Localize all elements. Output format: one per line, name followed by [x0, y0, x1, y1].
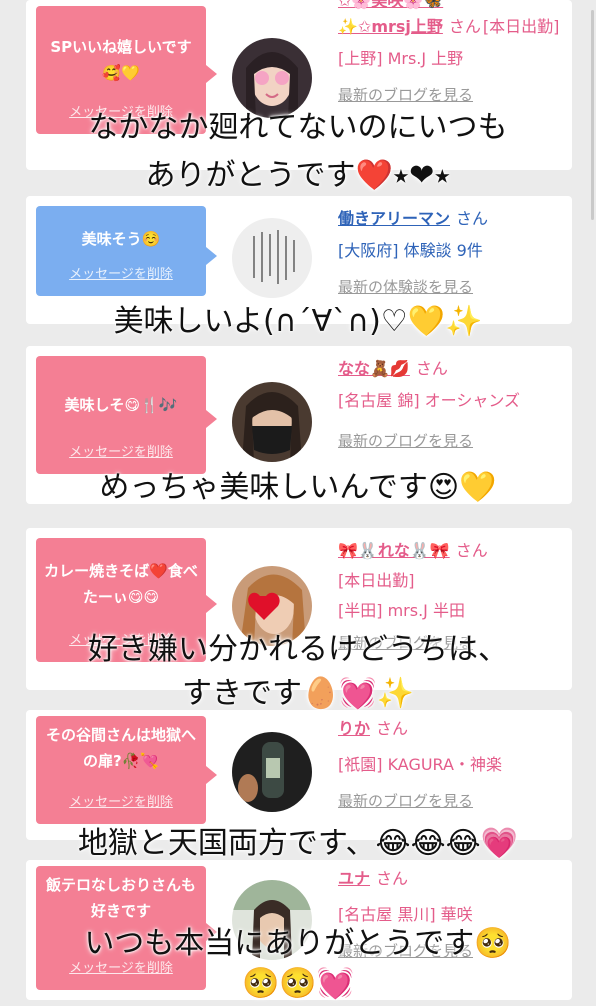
- honorific: さん: [456, 209, 489, 228]
- delete-message-link[interactable]: メッセージを削除: [36, 262, 206, 288]
- user-info: ✩🌸美咲🌸🦋 ✨✩mrsj上野 さん [本日出勤] [上野] Mrs.J 上野 最新…: [338, 0, 564, 108]
- caption-line: 好き嫌い分かれるけどうちは、: [88, 632, 508, 667]
- caption-line: 美味しいよ(∩´∀`∩)♡💛✨: [113, 304, 483, 339]
- message-bubble: その谷間さんは地獄への扉?🥀💘 メッセージを削除: [36, 716, 217, 824]
- user-name[interactable]: 🎀🐰れな🐰🎀: [338, 541, 450, 560]
- caption-line: 地獄と天国両方です、😂😂😂💗: [77, 826, 519, 861]
- honorific: さん: [415, 359, 448, 378]
- user-info: 働きアリーマン さん [大阪府] 体験談 9件 最新の体験談を見る: [338, 206, 564, 300]
- honorific: さん: [448, 17, 481, 36]
- caption-line: 🥺🥺💓: [241, 966, 355, 1001]
- latest-review-link[interactable]: 最新の体験談を見る: [338, 274, 564, 300]
- work-status: [本日出勤]: [338, 571, 415, 590]
- caption-line: すきです🥚💓✨: [181, 676, 415, 711]
- message-text: カレー焼きそば❤️食べたーぃ😋😋: [44, 562, 198, 606]
- message-bubble: 美味そう☺️ メッセージを削除: [36, 206, 217, 296]
- message-bubble: 美味しそ😋🍴🎶 メッセージを削除: [36, 356, 217, 474]
- caption-line: いつも本当にありがとうです🥺: [84, 926, 512, 961]
- user-name[interactable]: ✩🌸美咲🌸🦋: [338, 0, 443, 10]
- user-name[interactable]: ✨✩mrsj上野: [338, 17, 443, 36]
- honorific: さん: [376, 719, 409, 738]
- shop-name[interactable]: [上野] Mrs.J 上野: [338, 46, 564, 72]
- latest-blog-link[interactable]: 最新のブログを見る: [338, 788, 564, 814]
- avatar[interactable]: [232, 732, 312, 812]
- delete-message-link[interactable]: メッセージを削除: [36, 790, 206, 816]
- delete-message-link[interactable]: メッセージを削除: [36, 440, 206, 466]
- avatar[interactable]: [232, 382, 312, 462]
- user-info: なな🧸💋 さん [名古屋 錦] オーシャンズ 最新のブログを見る: [338, 356, 564, 454]
- work-status: [本日出勤]: [482, 17, 560, 36]
- message-text: その谷間さんは地獄への扉?🥀💘: [45, 726, 196, 770]
- message-text: SPいいね嬉しいです🥰💛: [50, 38, 192, 82]
- latest-blog-link[interactable]: 最新のブログを見る: [338, 428, 564, 454]
- honorific: さん: [455, 541, 488, 560]
- message-text: 美味しそ😋🍴🎶: [64, 396, 178, 414]
- caption-line: なかなか廻れてないのにいつも: [88, 110, 508, 145]
- shop-name[interactable]: [半田] mrs.J 半田: [338, 598, 564, 624]
- shop-name[interactable]: [名古屋 錦] オーシャンズ: [338, 388, 568, 414]
- user-name[interactable]: 働きアリーマン: [338, 209, 450, 228]
- user-name[interactable]: なな🧸💋: [338, 359, 410, 378]
- shop-name[interactable]: [祇園] KAGURA・神楽: [338, 752, 564, 778]
- message-text: 美味そう☺️: [81, 230, 161, 248]
- user-info: りか さん [祇園] KAGURA・神楽 最新のブログを見る: [338, 716, 564, 814]
- user-name[interactable]: りか: [338, 719, 370, 738]
- message-text: 飯テロなしおりさんも好きです: [45, 876, 196, 920]
- message-card-5: その谷間さんは地獄への扉?🥀💘 メッセージを削除 りか さん [祇園] KAGUR…: [26, 710, 572, 840]
- latest-blog-link[interactable]: 最新のブログを見る: [338, 82, 564, 108]
- avatar[interactable]: [232, 218, 312, 298]
- honorific: さん: [376, 869, 409, 888]
- user-name[interactable]: ユナ: [338, 869, 370, 888]
- caption-line: ありがとうです❤️⭑❤⭑: [145, 158, 451, 193]
- area-reviews: [大阪府] 体験談 9件: [338, 241, 483, 260]
- caption-line: めっちゃ美味しいんです😍💛: [99, 470, 497, 505]
